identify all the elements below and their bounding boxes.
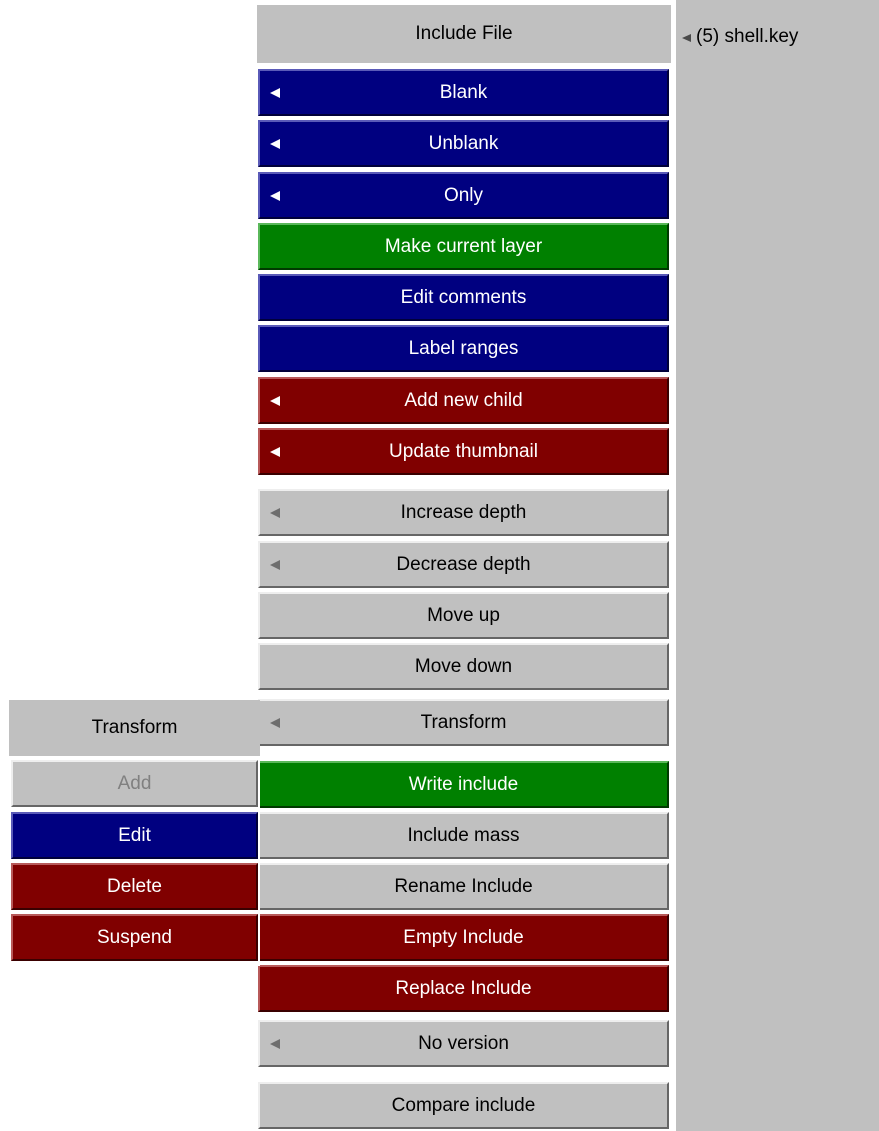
submenu-arrow-icon bbox=[270, 507, 280, 518]
rename-include-button[interactable]: Rename Include bbox=[258, 863, 669, 910]
transform-add-label: Add bbox=[117, 772, 152, 794]
update-thumbnail-label: Update thumbnail bbox=[389, 440, 538, 462]
edit-comments-button[interactable]: Edit comments bbox=[258, 274, 669, 321]
transform-suspend-label: Suspend bbox=[96, 926, 172, 948]
transform-button[interactable]: Transform bbox=[258, 699, 669, 746]
no-version-label: No version bbox=[418, 1032, 509, 1054]
submenu-arrow-icon bbox=[270, 717, 280, 728]
rename-include-label: Rename Include bbox=[394, 875, 533, 897]
transform-delete-button[interactable]: Delete bbox=[11, 863, 258, 910]
arrow-left-icon bbox=[682, 32, 694, 42]
move-up-button[interactable]: Move up bbox=[258, 592, 669, 639]
compare-include-label: Compare include bbox=[391, 1094, 536, 1116]
right-panel: (5) shell.key bbox=[676, 0, 879, 1131]
only-button[interactable]: Only bbox=[258, 172, 669, 219]
submenu-arrow-icon bbox=[270, 87, 280, 98]
increase-depth-button[interactable]: Increase depth bbox=[258, 489, 669, 536]
transform-label: Transform bbox=[420, 711, 507, 733]
include-mass-button[interactable]: Include mass bbox=[258, 812, 669, 859]
empty-include-label: Empty Include bbox=[403, 926, 524, 948]
compare-include-button[interactable]: Compare include bbox=[258, 1082, 669, 1129]
increase-depth-label: Increase depth bbox=[400, 501, 527, 523]
update-thumbnail-button[interactable]: Update thumbnail bbox=[258, 428, 669, 475]
transform-suspend-button[interactable]: Suspend bbox=[11, 914, 258, 961]
only-label: Only bbox=[443, 184, 484, 206]
include-file-item-label: (5) shell.key bbox=[696, 26, 799, 47]
submenu-arrow-icon bbox=[270, 446, 280, 457]
transform-panel-header: Transform bbox=[9, 700, 260, 756]
move-down-label: Move down bbox=[414, 655, 513, 677]
blank-button[interactable]: Blank bbox=[258, 69, 669, 116]
submenu-arrow-icon bbox=[270, 559, 280, 570]
no-version-button[interactable]: No version bbox=[258, 1020, 669, 1067]
transform-edit-label: Edit bbox=[118, 824, 151, 846]
replace-include-label: Replace Include bbox=[395, 977, 532, 999]
make-current-layer-label: Make current layer bbox=[384, 235, 543, 257]
write-include-label: Write include bbox=[408, 773, 519, 795]
make-current-layer-button[interactable]: Make current layer bbox=[258, 223, 669, 270]
unblank-label: Unblank bbox=[428, 132, 499, 154]
submenu-arrow-icon bbox=[270, 190, 280, 201]
replace-include-button[interactable]: Replace Include bbox=[258, 965, 669, 1012]
label-ranges-label: Label ranges bbox=[408, 337, 519, 359]
menu-header: Include File bbox=[257, 5, 671, 63]
unblank-button[interactable]: Unblank bbox=[258, 120, 669, 167]
transform-delete-label: Delete bbox=[107, 875, 162, 897]
include-file-item[interactable]: (5) shell.key bbox=[682, 26, 798, 48]
write-include-button[interactable]: Write include bbox=[258, 761, 669, 808]
empty-include-button[interactable]: Empty Include bbox=[258, 914, 669, 961]
add-new-child-button[interactable]: Add new child bbox=[258, 377, 669, 424]
submenu-arrow-icon bbox=[270, 395, 280, 406]
transform-add-button: Add bbox=[11, 760, 258, 807]
transform-panel: Transform Add Edit Delete Suspend bbox=[9, 700, 260, 966]
add-new-child-label: Add new child bbox=[404, 389, 523, 411]
label-ranges-button[interactable]: Label ranges bbox=[258, 325, 669, 372]
decrease-depth-label: Decrease depth bbox=[396, 553, 531, 575]
decrease-depth-button[interactable]: Decrease depth bbox=[258, 541, 669, 588]
move-up-label: Move up bbox=[427, 604, 500, 626]
move-down-button[interactable]: Move down bbox=[258, 643, 669, 690]
include-file-menu: Include File Blank Unblank Only Make curren… bbox=[257, 0, 671, 1131]
include-mass-label: Include mass bbox=[407, 824, 520, 846]
submenu-arrow-icon bbox=[270, 138, 280, 149]
submenu-arrow-icon bbox=[270, 1038, 280, 1049]
edit-comments-label: Edit comments bbox=[400, 286, 527, 308]
transform-edit-button[interactable]: Edit bbox=[11, 812, 258, 859]
blank-label: Blank bbox=[439, 81, 488, 103]
